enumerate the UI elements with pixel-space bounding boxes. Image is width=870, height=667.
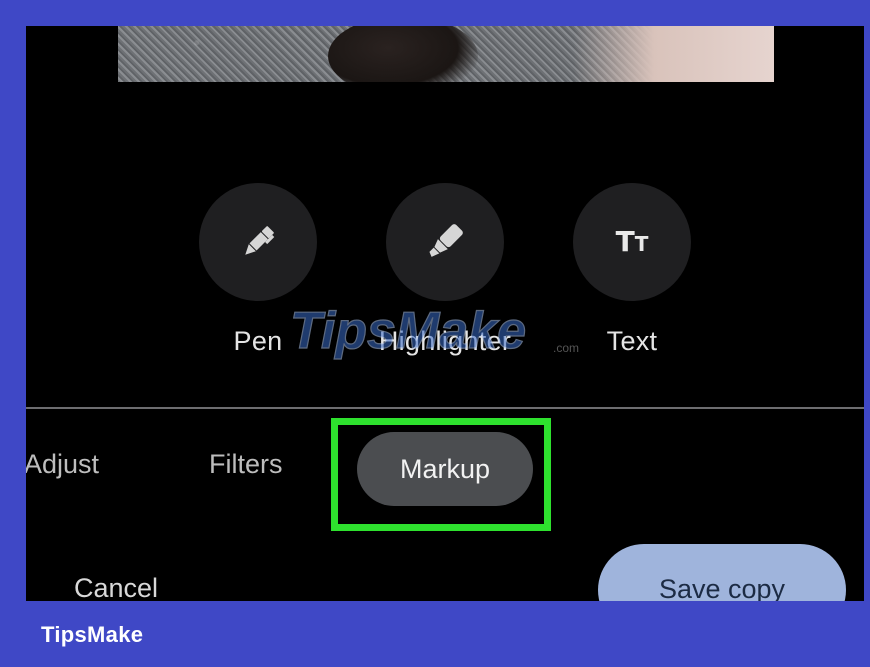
tab-filters[interactable]: Filters [209,449,283,480]
photo-preview [118,26,774,82]
photo-skin-region [574,26,774,82]
pen-icon [245,226,275,255]
tab-markup[interactable]: Markup [357,432,533,506]
text-icon: TT [616,228,649,256]
tab-adjust[interactable]: Adjust [26,449,99,480]
toolbar-divider [26,407,864,409]
markup-tools: Pen Highlighter TT Text [26,183,864,363]
text-tool-circle[interactable]: TT [573,183,691,301]
highlighter-tool-label: Highlighter [378,326,512,356]
photo-editor-screen: Pen Highlighter TT Text TipsMake .com Ad… [26,26,864,601]
tutorial-frame: Pen Highlighter TT Text TipsMake .com Ad… [0,0,870,667]
footer-bar: TipsMake [0,601,870,667]
cancel-button[interactable]: Cancel [74,573,158,601]
save-copy-button[interactable]: Save copy [598,544,846,601]
highlighter-tool-circle[interactable] [386,183,504,301]
pen-tool-circle[interactable] [199,183,317,301]
photo-hair-region [328,26,478,82]
pen-tool-button[interactable]: Pen [188,183,328,357]
text-icon-glyph-small: T [634,232,649,256]
text-icon-glyph-large: T [615,225,635,258]
highlighter-icon [429,224,463,257]
brand-name: TipsMake [41,622,144,647]
text-tool-label: Text [606,326,658,356]
highlighter-tool-button[interactable]: Highlighter [375,183,515,357]
pen-tool-label: Pen [233,326,283,356]
text-tool-button[interactable]: TT Text [562,183,702,357]
